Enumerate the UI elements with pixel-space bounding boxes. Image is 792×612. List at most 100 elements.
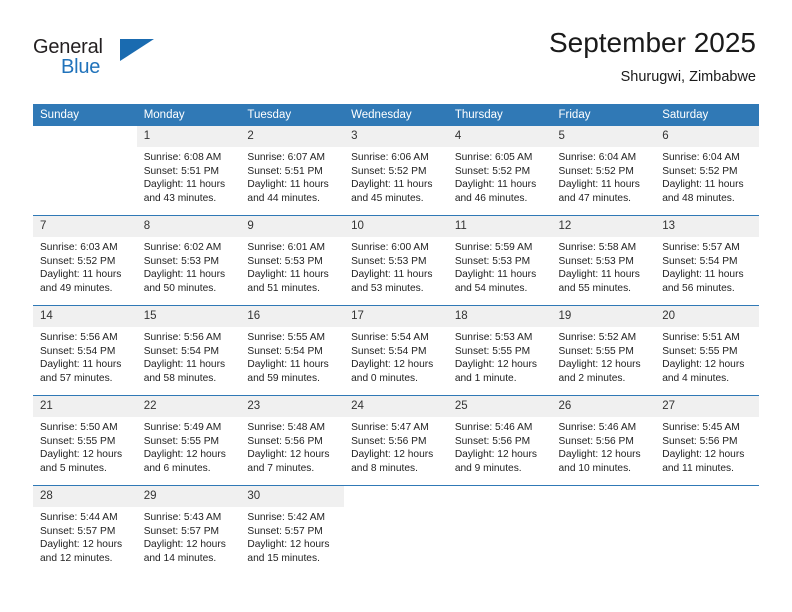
day-sunset-text: Sunset: 5:54 PM (40, 345, 116, 357)
calendar-day-cell[interactable]: 15 Sunrise: 5:56 AM Sunset: 5:54 PM Dayligh… (136, 305, 241, 396)
calendar-day-cell[interactable]: 21 Sunrise: 5:50 AM Sunset: 5:55 PM Dayligh… (33, 395, 137, 486)
calendar-day-cell[interactable]: 23 Sunrise: 5:48 AM Sunset: 5:56 PM Dayligh… (240, 395, 345, 486)
calendar-day-cell[interactable]: 9 Sunrise: 6:01 AM Sunset: 5:53 PM Daylight… (240, 215, 345, 306)
day-sunset-text: Sunset: 5:56 PM (247, 435, 323, 447)
calendar-day-cell[interactable]: 26 Sunrise: 5:46 AM Sunset: 5:56 PM Dayligh… (551, 395, 656, 486)
calendar-day-cell[interactable]: 10 Sunrise: 6:00 AM Sunset: 5:53 PM Dayligh… (344, 215, 448, 306)
day-sunrise-text: Sunrise: 6:02 AM (143, 242, 222, 253)
day-sunset-text: Sunset: 5:53 PM (558, 255, 634, 267)
day-sunset-text: Sunset: 5:52 PM (662, 165, 738, 177)
calendar-day-cell-empty (447, 485, 552, 575)
day-sunset-text: Sunset: 5:55 PM (454, 345, 531, 357)
day-details: Sunrise: 5:46 AM Sunset: 5:56 PM Daylight:… (552, 417, 656, 475)
calendar-day-cell[interactable]: 12 Sunrise: 5:58 AM Sunset: 5:53 PM Dayligh… (551, 215, 656, 306)
calendar-day-cell[interactable]: 1 Sunrise: 6:08 AM Sunset: 5:51 PM Daylight… (136, 126, 241, 216)
day-daylight1-text: Daylight: 12 hours (454, 449, 537, 461)
day-number: 14 (33, 306, 137, 327)
day-sunset-text: Sunset: 5:55 PM (662, 345, 738, 357)
day-details: Sunrise: 5:49 AM Sunset: 5:55 PM Daylight:… (137, 417, 241, 475)
day-sunrise-text: Sunrise: 5:59 AM (454, 242, 533, 253)
day-sunset-text: Sunset: 5:56 PM (558, 435, 634, 447)
logo-text-blue: Blue (61, 56, 101, 78)
day-number: 3 (344, 126, 448, 147)
calendar-day-cell[interactable]: 14 Sunrise: 5:56 AM Sunset: 5:54 PM Dayligh… (33, 305, 137, 396)
weekday-header-friday: Friday (551, 104, 656, 126)
day-sunrise-text: Sunrise: 6:04 AM (662, 152, 740, 163)
day-sunrise-text: Sunrise: 5:47 AM (351, 422, 429, 433)
day-sunrise-text: Sunrise: 5:44 AM (40, 512, 118, 523)
day-details: Sunrise: 6:04 AM Sunset: 5:52 PM Daylight:… (552, 147, 656, 205)
calendar-day-cell[interactable]: 18 Sunrise: 5:53 AM Sunset: 5:55 PM Dayligh… (447, 305, 552, 396)
day-details: Sunrise: 5:51 AM Sunset: 5:55 PM Daylight:… (655, 327, 759, 385)
weekday-header-thursday: Thursday (447, 104, 552, 126)
day-number: 9 (240, 216, 345, 237)
calendar-day-cell[interactable]: 17 Sunrise: 5:54 AM Sunset: 5:54 PM Dayligh… (344, 305, 448, 396)
day-sunset-text: Sunset: 5:55 PM (40, 435, 116, 447)
day-sunrise-text: Sunrise: 5:55 AM (247, 332, 325, 343)
calendar-day-cell[interactable]: 13 Sunrise: 5:57 AM Sunset: 5:54 PM Dayligh… (655, 215, 759, 306)
page-title: September 2025 (548, 27, 756, 58)
day-sunset-text: Sunset: 5:53 PM (143, 255, 220, 267)
day-sunset-text: Sunset: 5:55 PM (558, 345, 634, 357)
calendar-day-cell[interactable]: 5 Sunrise: 6:04 AM Sunset: 5:52 PM Daylight… (551, 126, 656, 216)
day-daylight2-text: and 54 minutes. (454, 282, 528, 294)
day-details: Sunrise: 5:59 AM Sunset: 5:53 PM Daylight:… (448, 237, 552, 295)
day-number (33, 126, 137, 147)
day-daylight1-text: Daylight: 11 hours (558, 269, 640, 281)
day-sunset-text: Sunset: 5:56 PM (351, 435, 427, 447)
day-sunrise-text: Sunrise: 5:49 AM (143, 422, 222, 433)
day-daylight2-text: and 4 minutes. (662, 372, 730, 384)
day-daylight1-text: Daylight: 11 hours (351, 179, 433, 191)
day-daylight2-text: and 58 minutes. (143, 372, 217, 384)
day-daylight2-text: and 14 minutes. (143, 552, 217, 564)
calendar-day-cell[interactable]: 30 Sunrise: 5:42 AM Sunset: 5:57 PM Dayligh… (240, 485, 345, 575)
day-details: Sunrise: 6:05 AM Sunset: 5:52 PM Daylight:… (448, 147, 552, 205)
day-sunset-text: Sunset: 5:54 PM (247, 345, 323, 357)
calendar-page: General Blue September 2025 Shurugwi, Zi… (0, 0, 792, 612)
calendar-day-cell[interactable]: 24 Sunrise: 5:47 AM Sunset: 5:56 PM Dayligh… (344, 395, 448, 486)
calendar-day-cell[interactable]: 28 Sunrise: 5:44 AM Sunset: 5:57 PM Dayligh… (33, 485, 137, 575)
day-details: Sunrise: 5:43 AM Sunset: 5:57 PM Daylight:… (137, 507, 241, 565)
day-number: 16 (240, 306, 345, 327)
day-number: 26 (551, 396, 656, 417)
day-sunrise-text: Sunrise: 6:07 AM (247, 152, 325, 163)
day-daylight2-text: and 49 minutes. (40, 282, 113, 294)
day-sunrise-text: Sunrise: 5:46 AM (558, 422, 637, 433)
day-sunset-text: Sunset: 5:57 PM (40, 525, 116, 537)
calendar-day-cell[interactable]: 6 Sunrise: 6:04 AM Sunset: 5:52 PM Daylight… (655, 126, 759, 216)
title-block: September 2025 Shurugwi, Zimbabwe (549, 26, 756, 87)
calendar-day-cell[interactable]: 3 Sunrise: 6:06 AM Sunset: 5:52 PM Daylight… (344, 126, 448, 216)
calendar-day-cell[interactable]: 7 Sunrise: 6:03 AM Sunset: 5:52 PM Daylight… (33, 215, 137, 306)
calendar-day-cell[interactable]: 8 Sunrise: 6:02 AM Sunset: 5:53 PM Daylight… (136, 215, 241, 306)
day-details: Sunrise: 5:46 AM Sunset: 5:56 PM Daylight:… (448, 417, 552, 475)
calendar-week-row: 7 Sunrise: 6:03 AM Sunset: 5:52 PM Daylight… (33, 215, 759, 306)
day-daylight1-text: Daylight: 12 hours (558, 359, 641, 371)
day-daylight1-text: Daylight: 11 hours (40, 269, 122, 281)
day-number: 29 (136, 486, 241, 507)
calendar-day-cell[interactable]: 25 Sunrise: 5:46 AM Sunset: 5:56 PM Dayligh… (447, 395, 552, 486)
day-daylight2-text: and 47 minutes. (558, 192, 632, 204)
day-sunrise-text: Sunrise: 5:50 AM (40, 422, 118, 433)
day-sunrise-text: Sunrise: 5:46 AM (454, 422, 533, 433)
day-daylight1-text: Daylight: 11 hours (558, 179, 640, 191)
day-daylight1-text: Daylight: 11 hours (247, 269, 329, 281)
calendar-table: Sunday Monday Tuesday Wednesday Thursday… (33, 104, 759, 575)
calendar-day-cell[interactable]: 27 Sunrise: 5:45 AM Sunset: 5:56 PM Dayligh… (655, 395, 759, 486)
calendar-day-cell[interactable]: 11 Sunrise: 5:59 AM Sunset: 5:53 PM Dayligh… (447, 215, 552, 306)
day-daylight1-text: Daylight: 12 hours (143, 539, 226, 551)
day-daylight1-text: Daylight: 12 hours (40, 539, 123, 551)
day-daylight2-text: and 7 minutes. (247, 462, 315, 474)
day-sunset-text: Sunset: 5:54 PM (143, 345, 220, 357)
calendar-day-cell[interactable]: 4 Sunrise: 6:05 AM Sunset: 5:52 PM Daylight… (447, 126, 552, 216)
calendar-day-cell[interactable]: 29 Sunrise: 5:43 AM Sunset: 5:57 PM Dayligh… (136, 485, 241, 575)
day-number: 19 (551, 306, 656, 327)
day-details: Sunrise: 6:07 AM Sunset: 5:51 PM Daylight:… (240, 147, 344, 205)
calendar-day-cell[interactable]: 2 Sunrise: 6:07 AM Sunset: 5:51 PM Daylight… (240, 126, 345, 216)
calendar-day-cell[interactable]: 20 Sunrise: 5:51 AM Sunset: 5:55 PM Dayligh… (655, 305, 759, 396)
day-details: Sunrise: 5:56 AM Sunset: 5:54 PM Daylight:… (137, 327, 241, 385)
day-sunset-text: Sunset: 5:52 PM (454, 165, 531, 177)
calendar-day-cell[interactable]: 16 Sunrise: 5:55 AM Sunset: 5:54 PM Dayligh… (240, 305, 345, 396)
calendar-day-cell[interactable]: 22 Sunrise: 5:49 AM Sunset: 5:55 PM Dayligh… (136, 395, 241, 486)
day-details: Sunrise: 6:06 AM Sunset: 5:52 PM Daylight:… (344, 147, 448, 205)
calendar-day-cell[interactable]: 19 Sunrise: 5:52 AM Sunset: 5:55 PM Dayligh… (551, 305, 656, 396)
